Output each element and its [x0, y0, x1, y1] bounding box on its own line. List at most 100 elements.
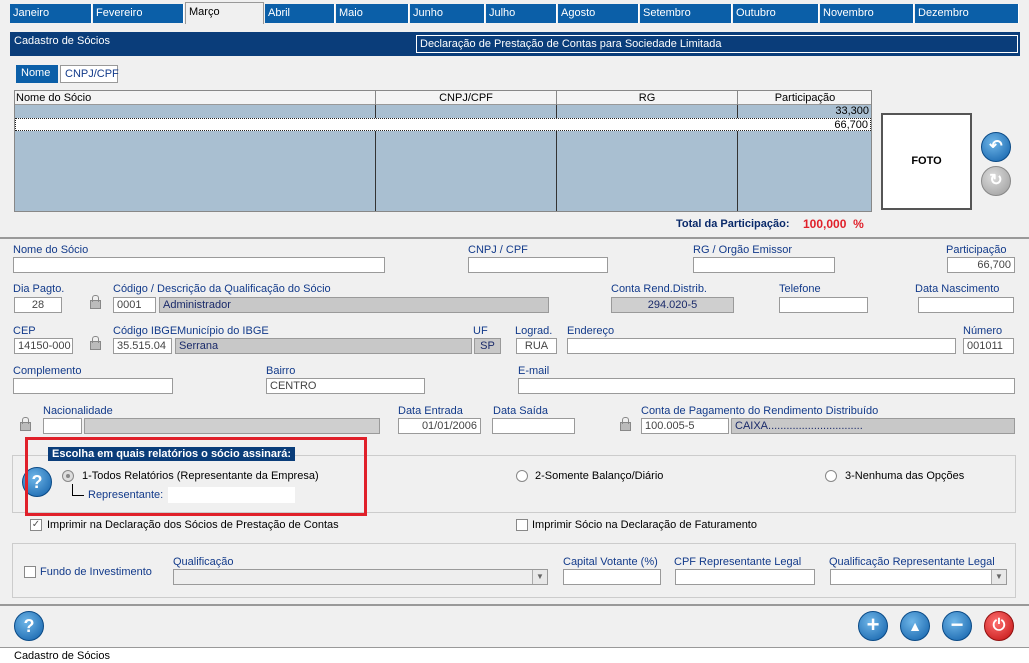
qualrep-select[interactable]: ▼: [830, 569, 1007, 585]
table-row[interactable]: 66,700: [15, 118, 871, 131]
conta-label: Conta Rend.Distrib.: [611, 283, 707, 295]
header-right-title: Declaração de Prestação de Contas para S…: [416, 35, 1018, 53]
mun-label: Município do IBGE: [177, 325, 269, 337]
lock-icon[interactable]: [18, 417, 32, 431]
tab-month-7[interactable]: Agosto: [558, 4, 639, 23]
tab-month-5[interactable]: Junho: [410, 4, 485, 23]
cod-field[interactable]: 0001: [113, 297, 156, 313]
help-bottom-icon[interactable]: ?: [14, 611, 44, 641]
status-text: Cadastro de Sócios: [14, 650, 110, 662]
cod-desc-field: Administrador: [159, 297, 549, 313]
tab-nome[interactable]: Nome: [16, 65, 58, 83]
qual-select[interactable]: ▼: [173, 569, 548, 585]
radio-nenhuma[interactable]: [825, 470, 837, 482]
nome-label: Nome do Sócio: [13, 244, 89, 256]
entrada-field[interactable]: 01/01/2006: [398, 418, 481, 434]
cep-label: CEP: [13, 325, 36, 337]
nasc-label: Data Nascimento: [915, 283, 1000, 295]
num-label: Número: [963, 325, 1003, 337]
lock-icon[interactable]: [88, 336, 102, 350]
imprimir-decl-checkbox[interactable]: ✓: [30, 519, 42, 531]
part-field[interactable]: 66,700: [947, 257, 1015, 273]
tab-month-10[interactable]: Novembro: [820, 4, 914, 23]
grid-header: Nome do Sócio CNPJ/CPF RG Participação: [15, 91, 871, 105]
contapag-field[interactable]: 100.005-5: [641, 418, 729, 434]
add-button[interactable]: +: [858, 611, 888, 641]
compl-label: Complemento: [13, 365, 82, 377]
nac-code-field[interactable]: [43, 418, 82, 434]
opt2-label: 2-Somente Balanço/Diário: [535, 470, 664, 482]
col-nome[interactable]: Nome do Sócio: [16, 91, 376, 105]
end-field[interactable]: [567, 338, 956, 354]
tab-month-3[interactable]: Abril: [265, 4, 335, 23]
saida-label: Data Saída: [493, 405, 549, 417]
tab-month-11[interactable]: Dezembro: [915, 4, 1019, 23]
power-button[interactable]: ⏻: [984, 611, 1014, 641]
capital-field[interactable]: [563, 569, 661, 585]
total-label: Total da Participação:: [676, 218, 790, 230]
nac-desc-field: [84, 418, 380, 434]
tab-month-2[interactable]: Março: [185, 2, 264, 24]
cnpj-label: CNPJ / CPF: [468, 244, 528, 256]
imprimir-decl-label: Imprimir na Declaração dos Sócios de Pre…: [47, 519, 339, 531]
tab-month-8[interactable]: Setembro: [640, 4, 732, 23]
status-bar: Cadastro de Sócios: [0, 647, 1029, 663]
nac-label: Nacionalidade: [43, 405, 113, 417]
qualrep-label: Qualificação Representante Legal: [829, 556, 995, 568]
opt3-label: 3-Nenhuma das Opções: [845, 470, 965, 482]
tel-field[interactable]: [779, 297, 868, 313]
table-row[interactable]: 33,300: [15, 105, 871, 118]
rg-field[interactable]: [693, 257, 835, 273]
tab-cnpj[interactable]: CNPJ/CPF: [60, 65, 119, 83]
tab-month-0[interactable]: Janeiro: [10, 4, 92, 23]
socios-grid[interactable]: Nome do Sócio CNPJ/CPF RG Participação 3…: [14, 90, 872, 212]
dia-field[interactable]: 28: [14, 297, 62, 313]
tab-month-1[interactable]: Fevereiro: [93, 4, 184, 23]
bairro-field[interactable]: CENTRO: [266, 378, 425, 394]
tab-month-4[interactable]: Maio: [336, 4, 409, 23]
bairro-label: Bairro: [266, 365, 296, 377]
load-photo-icon[interactable]: ↶: [981, 132, 1011, 162]
nasc-field[interactable]: [918, 297, 1014, 313]
lock-icon[interactable]: [88, 295, 102, 309]
col-rg[interactable]: RG: [557, 91, 738, 105]
cep-field[interactable]: 14150-000: [14, 338, 73, 354]
cpf-rep-label: CPF Representante Legal: [674, 556, 802, 568]
ibge-field[interactable]: 35.515.04: [113, 338, 172, 354]
cpf-rep-field[interactable]: [675, 569, 815, 585]
email-field[interactable]: [518, 378, 1015, 394]
fundo-checkbox[interactable]: [24, 566, 36, 578]
lock-icon[interactable]: [618, 417, 632, 431]
tel-label: Telefone: [779, 283, 821, 295]
num-field[interactable]: 001011: [963, 338, 1014, 354]
col-cnpj[interactable]: CNPJ/CPF: [376, 91, 557, 105]
remove-photo-icon[interactable]: ↻: [981, 166, 1011, 196]
contapag-label: Conta de Pagamento do Rendimento Distrib…: [641, 405, 879, 417]
remove-button[interactable]: −: [942, 611, 972, 641]
part-label: Participação: [946, 244, 1007, 256]
capital-label: Capital Votante (%): [563, 556, 658, 568]
up-button[interactable]: ▲: [900, 611, 930, 641]
photo-frame[interactable]: FOTO: [881, 113, 972, 210]
imprimir-fat-label: Imprimir Sócio na Declaração de Faturame…: [532, 519, 757, 531]
lograd-field[interactable]: RUA: [516, 338, 557, 354]
row-participacao: 66,700: [834, 119, 868, 131]
tab-month-6[interactable]: Julho: [486, 4, 557, 23]
tab-month-9[interactable]: Outubro: [733, 4, 819, 23]
dia-label: Dia Pagto.: [13, 283, 65, 295]
cod-label: Código / Descrição da Qualificação do Só…: [113, 283, 331, 295]
header-left-title: Cadastro de Sócios: [14, 35, 110, 47]
end-label: Endereço: [567, 325, 615, 337]
col-participacao[interactable]: Participação: [738, 91, 872, 105]
saida-field[interactable]: [492, 418, 575, 434]
imprimir-fat-checkbox[interactable]: [516, 519, 528, 531]
row-participacao: 33,300: [835, 105, 869, 117]
entrada-label: Data Entrada: [398, 405, 463, 417]
nome-field[interactable]: [13, 257, 385, 273]
compl-field[interactable]: [13, 378, 173, 394]
email-label: E-mail: [518, 365, 550, 377]
lograd-label: Lograd.: [515, 325, 553, 337]
cnpj-field[interactable]: [468, 257, 608, 273]
radio-balanco[interactable]: [516, 470, 528, 482]
total-value: 100,000 %: [803, 217, 864, 231]
